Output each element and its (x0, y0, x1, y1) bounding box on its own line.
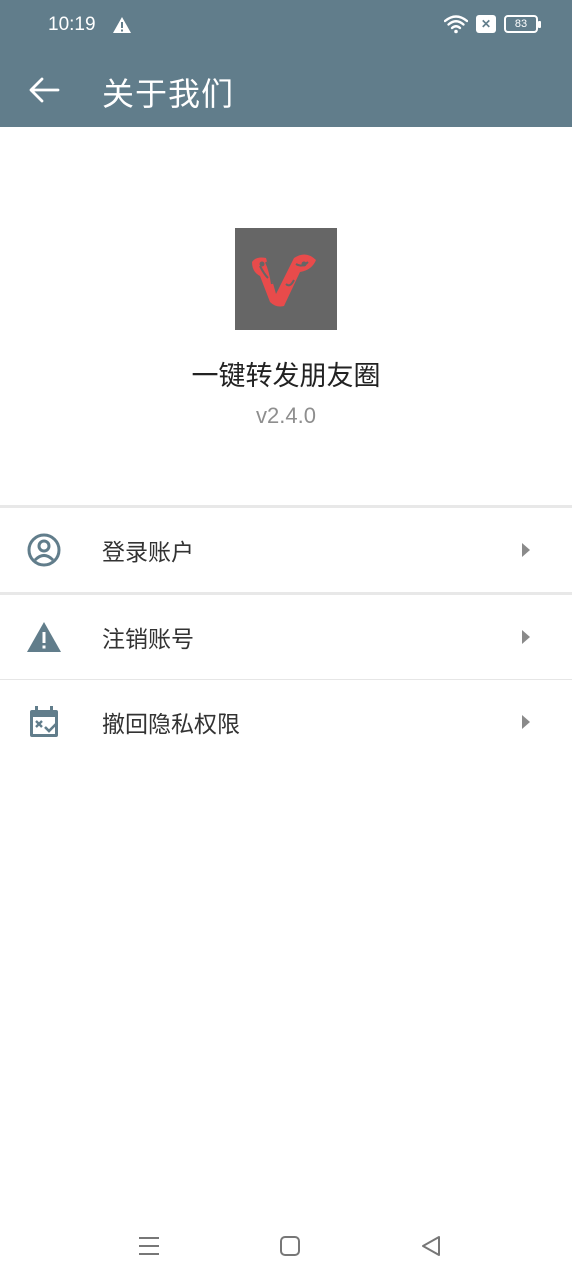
back-triangle-icon (422, 1236, 440, 1256)
chevron-right-icon (522, 715, 530, 729)
page-title: 关于我们 (102, 75, 235, 113)
battery-level: 83 (514, 18, 528, 30)
menu-icon (139, 1237, 159, 1255)
account-circle-icon (26, 532, 62, 568)
home-button[interactable] (270, 1226, 310, 1266)
menu-button[interactable] (129, 1226, 169, 1266)
list-item-label: 注销账号 (102, 627, 194, 653)
system-nav-bar (0, 1210, 572, 1280)
screen: 10:19 ✕ 83 关于我们 一键转发朋友圈 v2.4.0 登录账户 注销账号… (0, 0, 572, 1280)
arrow-left-icon (29, 77, 60, 103)
list-item-deregister[interactable]: 注销账号 (0, 595, 572, 679)
wifi-icon (444, 15, 468, 34)
list-item-revoke-privacy[interactable]: 撤回隐私权限 (0, 680, 572, 764)
app-info: 一键转发朋友圈 v2.4.0 (0, 228, 572, 429)
list-item-label: 登录账户 (102, 540, 194, 566)
alert-icon (113, 17, 131, 33)
app-logo (235, 228, 337, 330)
calendar-remove-icon (26, 704, 62, 740)
settings-list: 登录账户 注销账号 撤回隐私权限 (0, 505, 572, 764)
list-item-label: 撤回隐私权限 (102, 712, 240, 738)
app-bar: 关于我们 (0, 52, 572, 127)
status-time: 10:19 (48, 14, 96, 35)
app-logo-icon (252, 254, 316, 307)
sim-disabled-icon: ✕ (476, 15, 496, 33)
home-square-icon (280, 1236, 300, 1256)
status-icons: ✕ 83 (444, 14, 541, 34)
battery-indicator: 83 (504, 15, 541, 33)
warning-icon (26, 619, 62, 655)
chevron-right-icon (522, 630, 530, 644)
top-bar: 10:19 ✕ 83 关于我们 (0, 0, 572, 127)
back-button[interactable] (20, 70, 68, 110)
app-name: 一键转发朋友圈 (191, 361, 381, 392)
back-nav-button[interactable] (411, 1226, 451, 1266)
list-item-login[interactable]: 登录账户 (0, 508, 572, 592)
app-version: v2.4.0 (256, 403, 316, 428)
chevron-right-icon (522, 543, 530, 557)
